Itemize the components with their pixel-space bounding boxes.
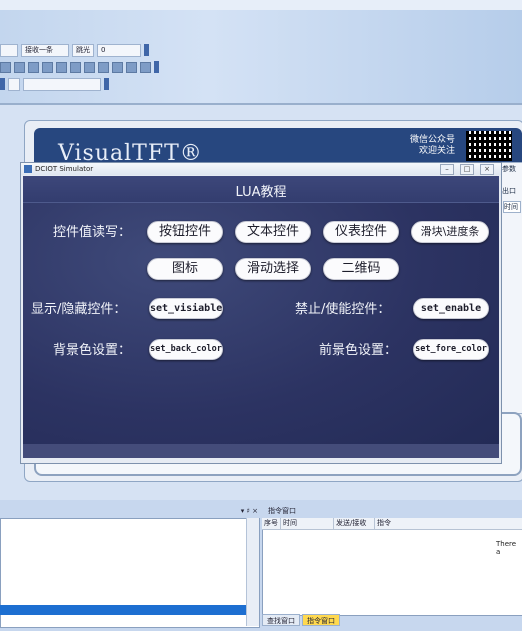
wechat-caption: 微信公众号 欢迎关注 <box>410 135 455 157</box>
brush-icon[interactable] <box>126 61 137 73</box>
command-window-header: 指令窗口 <box>268 507 296 515</box>
icon-button[interactable]: 图标 <box>147 258 223 280</box>
output-tabs: 查找窗口 指令窗口 <box>262 614 340 626</box>
pen-icon[interactable] <box>112 61 123 73</box>
close-icon[interactable]: × <box>480 164 494 175</box>
panel-label: 出口 <box>502 187 516 195</box>
sliding-select-button[interactable]: 滑动选择 <box>235 258 311 280</box>
simulator-titlebar[interactable]: DCIOT Simulator – □ × <box>21 163 501 175</box>
toolbar-grip[interactable] <box>104 78 109 90</box>
screen-footer <box>23 444 499 458</box>
text-control-button[interactable]: 文本控件 <box>235 221 311 243</box>
simulator-window: DCIOT Simulator – □ × LUA教程 控件值读写： 按钮控件 … <box>20 162 502 464</box>
toolbar-grip[interactable] <box>0 78 5 90</box>
left-scrollbar[interactable] <box>246 518 259 626</box>
image-icon[interactable] <box>14 61 25 73</box>
properties-panel: 参数 出口 时间 <box>500 162 522 414</box>
screen-title: LUA教程 <box>235 185 287 200</box>
wechat-line: 微信公众号 <box>410 135 456 145</box>
back-color-label: 背景色设置： <box>53 343 132 358</box>
save-icon[interactable] <box>98 61 109 73</box>
column-header[interactable]: 时间 <box>281 518 334 529</box>
simulator-title: DCIOT Simulator <box>35 165 94 173</box>
set-back-color-button[interactable]: set_back_color <box>149 339 223 360</box>
qr-code-button[interactable]: 二维码 <box>323 258 399 280</box>
wechat-line: 欢迎关注 <box>419 146 456 156</box>
set-visiable-button[interactable]: set_visiable <box>149 298 223 319</box>
toolbar-field[interactable] <box>8 77 20 91</box>
meter-control-button[interactable]: 仪表控件 <box>323 221 399 243</box>
menu-strip <box>0 0 522 10</box>
toolbar-grip[interactable] <box>144 44 149 56</box>
toolbar-grip[interactable] <box>154 61 159 73</box>
command-text: There a <box>496 540 517 556</box>
simulator-screen: LUA教程 控件值读写： 按钮控件 文本控件 仪表控件 滑块\进度条 图标 滑动… <box>23 176 499 458</box>
show-hide-label: 显示/隐藏控件： <box>31 302 127 317</box>
copy-icon[interactable] <box>56 61 67 73</box>
fore-color-label: 前景色设置： <box>319 343 398 358</box>
panel-title: 参数 <box>502 165 516 173</box>
ide-toolbar-area: 接收一条 跳光 0 <box>0 0 522 103</box>
column-header[interactable]: 指令 <box>375 518 517 529</box>
left-pane-header[interactable]: ▾ ♯ × <box>0 505 258 517</box>
set-fore-color-button[interactable]: set_fore_color <box>413 339 489 360</box>
slider-progress-button[interactable]: 滑块\进度条 <box>411 221 489 243</box>
control-rw-label: 控件值读写： <box>53 225 132 240</box>
panel-row[interactable]: 时间 <box>503 201 521 213</box>
app-icon <box>24 165 32 173</box>
enable-label: 禁止/使能控件： <box>295 302 391 317</box>
arrow-icon[interactable] <box>140 61 151 73</box>
qr-code-image <box>466 131 512 161</box>
toolbar-row-2 <box>0 60 159 74</box>
maximize-icon[interactable]: □ <box>460 164 474 175</box>
font-combo[interactable] <box>23 77 101 91</box>
tab-find-window[interactable]: 查找窗口 <box>262 614 300 626</box>
refresh-icon[interactable] <box>42 61 53 73</box>
toolbar-field[interactable] <box>0 43 18 57</box>
selected-row[interactable] <box>0 605 246 615</box>
toolbar-row-1: 接收一条 跳光 0 <box>0 43 149 57</box>
minimize-icon[interactable]: – <box>440 164 454 175</box>
zoom-icon[interactable] <box>28 61 39 73</box>
grid-icon[interactable] <box>0 61 11 73</box>
step-label: 跳光 <box>72 43 94 57</box>
column-header[interactable]: 序号 <box>262 518 281 529</box>
command-window-pane[interactable] <box>262 518 522 616</box>
tab-command-window[interactable]: 指令窗口 <box>302 614 340 626</box>
set-enable-button[interactable]: set_enable <box>413 298 489 319</box>
toolbar-row-3 <box>0 77 109 91</box>
button-control-button[interactable]: 按钮控件 <box>147 221 223 243</box>
screen-icon[interactable] <box>84 61 95 73</box>
command-table-header: 序号 时间 发送/接收 指令 <box>262 518 522 530</box>
column-header[interactable]: 发送/接收 <box>334 518 375 529</box>
step-input[interactable]: 0 <box>97 43 141 57</box>
receive-combo[interactable]: 接收一条 <box>21 43 69 57</box>
paste-icon[interactable] <box>70 61 81 73</box>
